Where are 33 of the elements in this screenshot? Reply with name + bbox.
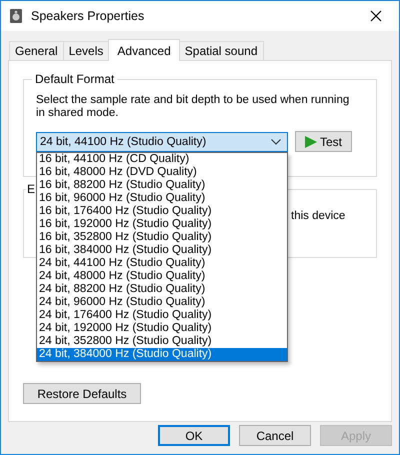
dropdown-option[interactable]: 24 bit, 192000 Hz (Studio Quality) bbox=[37, 322, 287, 334]
tab[interactable]: Spatial sound bbox=[178, 41, 264, 60]
format-dropdown[interactable]: 24 bit, 44100 Hz (Studio Quality) bbox=[36, 132, 288, 152]
option-text: this device bbox=[291, 210, 346, 222]
dropdown-option[interactable]: 24 bit, 384000 Hz (Studio Quality) bbox=[37, 348, 287, 360]
dropdown-option[interactable]: 24 bit, 44100 Hz (Studio Quality) bbox=[37, 256, 287, 270]
dropdown-option[interactable]: 16 bit, 352800 Hz (Studio Quality) bbox=[37, 230, 287, 244]
tab[interactable]: General bbox=[9, 41, 64, 60]
dropdown-option[interactable]: 24 bit, 176400 Hz (Studio Quality) bbox=[37, 308, 287, 322]
play-icon bbox=[304, 136, 317, 148]
speaker-icon bbox=[9, 8, 23, 24]
dialog-button[interactable]: Cancel bbox=[239, 425, 311, 446]
chevron-icon bbox=[271, 138, 281, 144]
description-text: Select the sample rate and bit depth to be used when running in shared mode. bbox=[36, 94, 350, 120]
dialog-button[interactable]: OK bbox=[158, 425, 230, 446]
dropdown-option[interactable]: 16 bit, 44100 Hz (CD Quality) bbox=[37, 152, 287, 166]
dropdown-option[interactable]: 24 bit, 88200 Hz (Studio Quality) bbox=[37, 282, 287, 296]
dropdown-option[interactable]: 16 bit, 88200 Hz (Studio Quality) bbox=[37, 178, 287, 192]
dropdown-option[interactable]: 16 bit, 176400 Hz (Studio Quality) bbox=[37, 204, 287, 218]
close-icon bbox=[370, 10, 382, 22]
dropdown-option[interactable]: 24 bit, 352800 Hz (Studio Quality) bbox=[37, 334, 287, 348]
window-title: Speakers Properties bbox=[31, 9, 146, 23]
dropdown-option[interactable]: 24 bit, 96000 Hz (Studio Quality) bbox=[37, 296, 287, 308]
dropdown-option[interactable]: 16 bit, 192000 Hz (Studio Quality) bbox=[37, 218, 287, 230]
tab[interactable]: Advanced bbox=[108, 39, 180, 61]
restore-defaults-button[interactable]: Restore Defaults bbox=[23, 383, 141, 404]
dropdown-option[interactable]: 24 bit, 48000 Hz (Studio Quality) bbox=[37, 270, 287, 282]
dropdown-option[interactable]: 16 bit, 48000 Hz (DVD Quality) bbox=[37, 166, 287, 178]
test-button[interactable]: Test bbox=[295, 131, 352, 152]
group-title: E bbox=[26, 182, 36, 196]
group-title: Default Format bbox=[32, 72, 118, 86]
dropdown-option[interactable]: 16 bit, 96000 Hz (Studio Quality) bbox=[37, 192, 287, 204]
dropdown-option[interactable]: 16 bit, 384000 Hz (Studio Quality) bbox=[37, 244, 287, 256]
